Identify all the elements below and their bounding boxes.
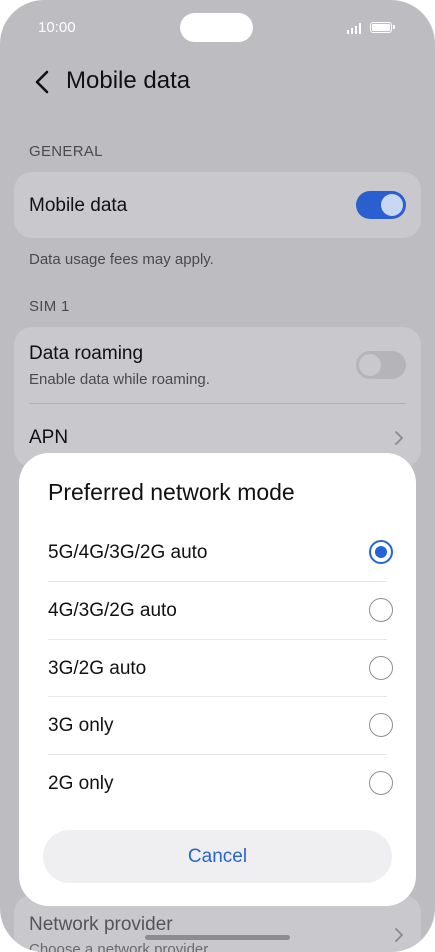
radio-unselected[interactable] (369, 771, 393, 795)
option-label: 3G/2G auto (48, 658, 147, 679)
section-label-general: GENERAL (29, 143, 103, 160)
preferred-network-mode-dialog: Preferred network mode 5G/4G/3G/2G auto … (19, 453, 416, 906)
dynamic-island (180, 13, 253, 42)
radio-unselected[interactable] (369, 713, 393, 737)
mobile-data-label: Mobile data (29, 195, 128, 216)
sim1-card: Data roaming Enable data while roaming. … (14, 327, 421, 467)
radio-selected[interactable] (369, 540, 393, 564)
chevron-right-icon (395, 928, 403, 942)
status-time: 10:00 (38, 19, 76, 36)
network-option-2g-only[interactable]: 2G only (48, 754, 393, 812)
radio-unselected[interactable] (369, 656, 393, 680)
back-button[interactable] (30, 68, 54, 96)
page-title: Mobile data (66, 67, 191, 94)
chevron-right-icon (395, 431, 403, 445)
data-roaming-subtitle: Enable data while roaming. (29, 371, 210, 388)
app-bar: Mobile data (0, 62, 435, 102)
option-label: 2G only (48, 773, 114, 794)
network-option-5g-auto[interactable]: 5G/4G/3G/2G auto (48, 523, 393, 581)
mobile-data-toggle[interactable] (356, 191, 406, 219)
status-bar: 10:00 (0, 0, 435, 56)
data-fees-note: Data usage fees may apply. (29, 251, 214, 268)
option-label: 3G only (48, 715, 114, 736)
cancel-button[interactable]: Cancel (43, 830, 392, 883)
network-provider-label: Network provider (29, 914, 173, 935)
battery-icon (370, 22, 395, 33)
phone-screen: 10:00 Mobile data GENERAL Mobile data Da… (0, 0, 435, 952)
home-indicator[interactable] (145, 935, 290, 940)
network-option-3g-only[interactable]: 3G only (48, 696, 393, 754)
data-roaming-toggle[interactable] (356, 351, 406, 379)
data-roaming-label: Data roaming (29, 343, 144, 364)
signal-icon (347, 22, 365, 34)
dialog-title: Preferred network mode (48, 479, 295, 505)
option-label: 4G/3G/2G auto (48, 600, 177, 621)
mobile-data-row[interactable]: Mobile data (14, 172, 421, 238)
section-label-sim1: SIM 1 (29, 298, 70, 315)
data-roaming-row[interactable]: Data roaming Enable data while roaming. (14, 327, 421, 403)
network-option-3g-auto[interactable]: 3G/2G auto (48, 639, 393, 697)
network-option-4g-auto[interactable]: 4G/3G/2G auto (48, 581, 393, 639)
option-label: 5G/4G/3G/2G auto (48, 542, 208, 563)
apn-label: APN (29, 427, 69, 448)
network-provider-subtitle: Choose a network provider (29, 941, 209, 952)
radio-unselected[interactable] (369, 598, 393, 622)
